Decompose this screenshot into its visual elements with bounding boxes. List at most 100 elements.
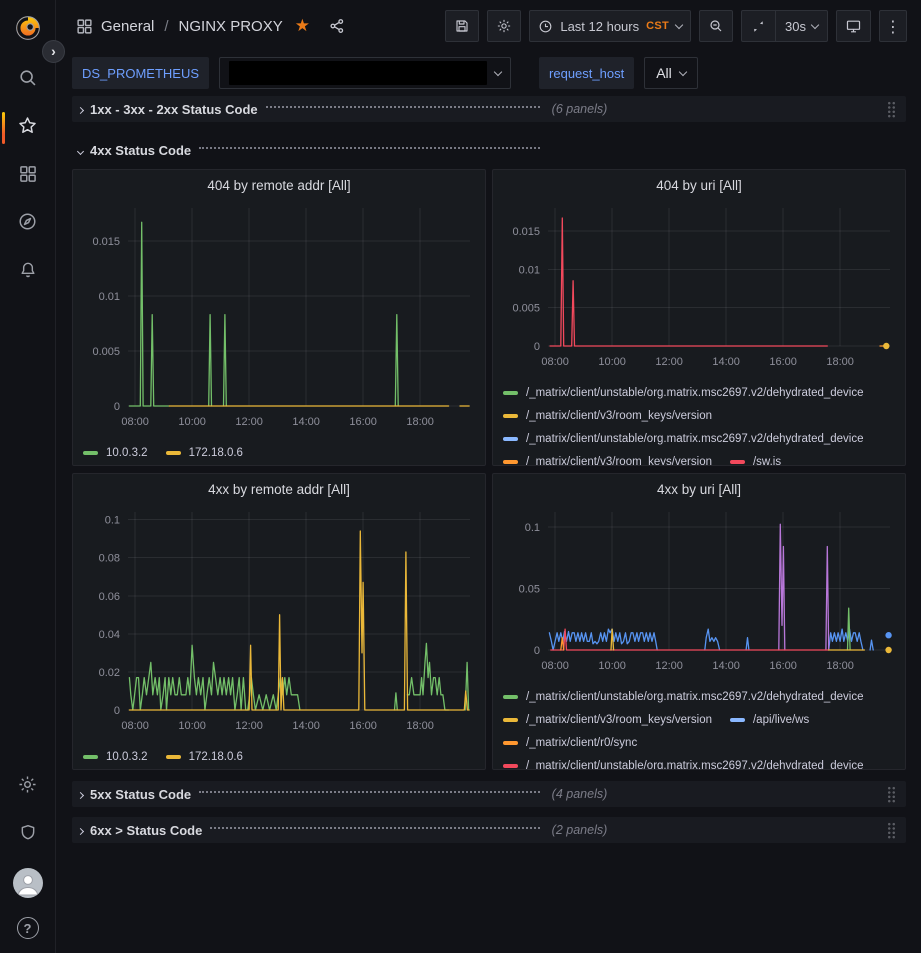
refresh-button[interactable]: [742, 11, 775, 41]
more-options-button[interactable]: ⋮: [879, 10, 907, 42]
legend-item[interactable]: /_matrix/client/unstable/org.matrix.msc2…: [503, 427, 864, 450]
favorite-star-icon[interactable]: ★: [295, 16, 310, 36]
gear-icon: [17, 774, 38, 800]
monitor-icon: [845, 18, 862, 35]
sidebar-item-help[interactable]: ?: [0, 907, 56, 949]
legend-item[interactable]: /_matrix/client/unstable/org.matrix.msc2…: [503, 381, 864, 404]
legend-item[interactable]: /_matrix/client/v3/room_keys/version: [503, 708, 712, 731]
star-icon: [17, 115, 38, 141]
svg-text:08:00: 08:00: [121, 720, 149, 732]
svg-text:16:00: 16:00: [349, 416, 377, 428]
legend-item[interactable]: 10.0.3.2: [83, 441, 148, 464]
sidebar-item-explore[interactable]: [0, 200, 56, 248]
svg-text:0.01: 0.01: [99, 291, 120, 303]
cycle-view-mode-button[interactable]: [836, 10, 871, 42]
svg-text:0: 0: [114, 401, 120, 413]
chevron-down-icon: [675, 20, 683, 28]
svg-text:08:00: 08:00: [541, 660, 569, 672]
legend-item[interactable]: /_matrix/client/r0/sync: [503, 731, 637, 754]
sidebar-item-search[interactable]: [0, 56, 56, 104]
legend-item[interactable]: /api/live/ws: [730, 708, 809, 731]
sidebar-item-alerting[interactable]: [0, 248, 56, 296]
svg-text:0.01: 0.01: [519, 264, 540, 276]
apps-grid-icon: [18, 164, 38, 189]
svg-text:0.1: 0.1: [525, 522, 540, 534]
legend-swatch: [503, 695, 518, 699]
time-series-chart[interactable]: 00.020.040.060.080.108:0010:0012:0014:00…: [82, 504, 478, 736]
svg-text:08:00: 08:00: [121, 416, 149, 428]
dotted-leader: [199, 147, 540, 149]
svg-text:0.04: 0.04: [99, 629, 120, 641]
panels-grid: 404 by remote addr [All]00.0050.010.0150…: [72, 169, 906, 770]
panel-title[interactable]: 4xx by remote addr [All]: [73, 474, 485, 504]
drag-handle-icon[interactable]: [887, 786, 896, 803]
sidebar-item-starred[interactable]: [0, 104, 56, 152]
legend-item[interactable]: /_matrix/client/unstable/org.matrix.msc2…: [503, 685, 864, 708]
legend-item[interactable]: 10.0.3.2: [83, 745, 148, 768]
svg-text:10:00: 10:00: [598, 356, 626, 368]
bell-icon: [18, 260, 38, 285]
variable-select-ds-prometheus[interactable]: [219, 57, 511, 89]
legend-item[interactable]: /_matrix/client/v3/room_keys/version: [503, 404, 712, 427]
legend-item[interactable]: /sw.js: [730, 450, 781, 465]
dashboard-header: General / NGINX PROXY ★: [56, 0, 921, 52]
row-header-4xx[interactable]: 4xx Status Code: [72, 139, 906, 161]
sidebar-expand-button[interactable]: ›: [42, 40, 65, 63]
panel-legend: 10.0.3.2 172.18.0.6: [73, 437, 485, 464]
time-series-chart[interactable]: 00.0050.010.01508:0010:0012:0014:0016:00…: [82, 200, 478, 432]
share-icon[interactable]: [328, 17, 346, 35]
legend-item[interactable]: 172.18.0.6: [166, 441, 243, 464]
legend-swatch: [730, 718, 745, 722]
sidebar-item-configuration[interactable]: [0, 763, 56, 811]
row-header-5xx[interactable]: 5xx Status Code (4 panels): [72, 781, 906, 807]
sidebar-item-profile[interactable]: [0, 859, 56, 907]
breadcrumb-section[interactable]: General: [101, 18, 154, 35]
legend-label: /_matrix/client/unstable/org.matrix.msc2…: [526, 433, 864, 445]
svg-text:14:00: 14:00: [292, 720, 320, 732]
chevron-down-icon: [679, 67, 687, 75]
legend-swatch: [503, 460, 518, 464]
legend-label: /_matrix/client/unstable/org.matrix.msc2…: [526, 691, 864, 703]
dotted-leader: [199, 791, 540, 793]
time-series-chart[interactable]: 00.0050.010.01508:0010:0012:0014:0016:00…: [502, 200, 898, 372]
sidebar-item-dashboards[interactable]: [0, 152, 56, 200]
panel-title[interactable]: 4xx by uri [All]: [493, 474, 905, 504]
svg-text:18:00: 18:00: [406, 416, 434, 428]
drag-handle-icon[interactable]: [887, 101, 896, 118]
legend-label: /_matrix/client/v3/room_keys/version: [526, 456, 712, 466]
variable-select-request-host[interactable]: All: [644, 57, 698, 89]
panel-title[interactable]: 404 by uri [All]: [493, 170, 905, 200]
sidebar-item-server-admin[interactable]: [0, 811, 56, 859]
breadcrumb: General / NGINX PROXY ★: [76, 16, 346, 36]
row-title: 6xx > Status Code: [90, 823, 202, 838]
svg-text:12:00: 12:00: [655, 356, 683, 368]
variables-bar: DS_PROMETHEUS request_host All: [56, 52, 921, 94]
row-header-6xx[interactable]: 6xx > Status Code (2 panels): [72, 817, 906, 843]
legend-swatch: [503, 764, 518, 768]
save-button[interactable]: [445, 10, 479, 42]
chevron-right-icon: [78, 100, 83, 118]
legend-label: /_matrix/client/unstable/org.matrix.msc2…: [526, 760, 864, 770]
panel-title[interactable]: 404 by remote addr [All]: [73, 170, 485, 200]
sidebar: ?: [0, 0, 56, 953]
legend-item[interactable]: 172.18.0.6: [166, 745, 243, 768]
svg-text:0.005: 0.005: [512, 303, 540, 315]
compass-icon: [17, 211, 38, 237]
legend-item[interactable]: /_matrix/client/unstable/org.matrix.msc2…: [503, 754, 864, 769]
zoom-out-button[interactable]: [699, 10, 733, 42]
time-series-chart[interactable]: 00.050.108:0010:0012:0014:0016:0018:00: [502, 504, 898, 676]
legend-label: /_matrix/client/v3/room_keys/version: [526, 410, 712, 422]
chevron-right-icon: [78, 785, 83, 803]
drag-handle-icon[interactable]: [887, 822, 896, 839]
legend-label: /_matrix/client/v3/room_keys/version: [526, 714, 712, 726]
dashboard-settings-button[interactable]: [487, 10, 521, 42]
refresh-interval-select[interactable]: 30s: [775, 11, 827, 41]
svg-text:18:00: 18:00: [406, 720, 434, 732]
legend-label: /_matrix/client/unstable/org.matrix.msc2…: [526, 387, 864, 399]
svg-text:14:00: 14:00: [292, 416, 320, 428]
legend-item[interactable]: /_matrix/client/v3/room_keys/version: [503, 450, 712, 465]
row-header-1xx-3xx-2xx[interactable]: 1xx - 3xx - 2xx Status Code (6 panels): [72, 96, 906, 122]
legend-swatch: [503, 718, 518, 722]
dotted-leader: [266, 106, 540, 108]
time-range-picker[interactable]: Last 12 hours CST: [529, 10, 691, 42]
